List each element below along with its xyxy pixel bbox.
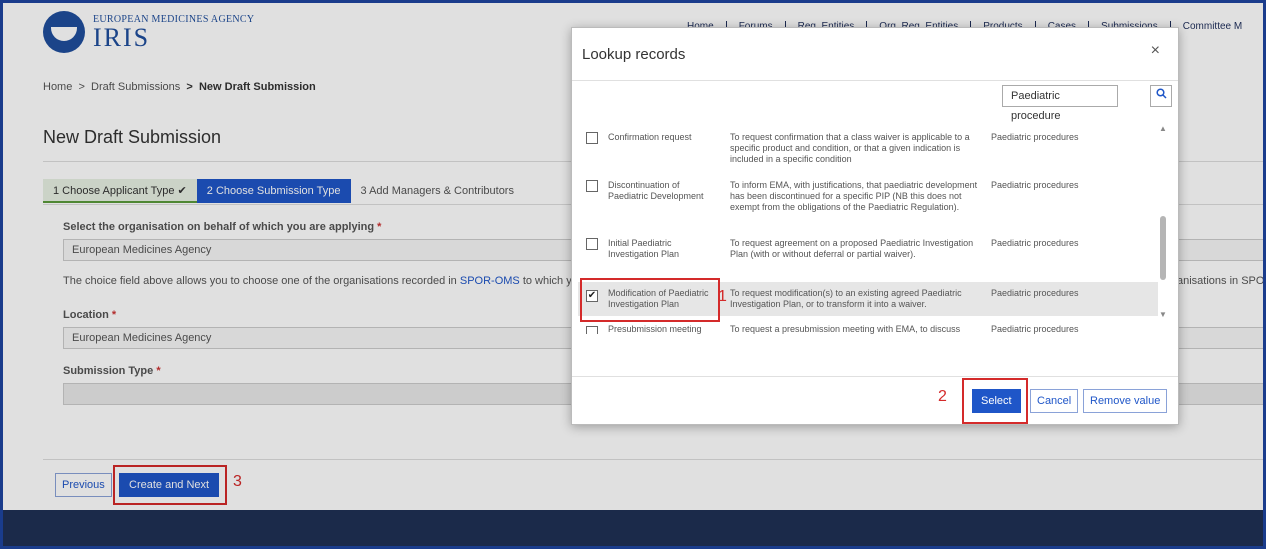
- record-description: To request modification(s) to an existin…: [730, 288, 962, 309]
- record-description: To request a presubmission meeting with …: [730, 324, 961, 334]
- record-name: Presubmission meeting: [608, 324, 702, 334]
- scroll-thumb[interactable]: [1160, 216, 1166, 280]
- row-checkbox[interactable]: [586, 238, 598, 250]
- search-icon[interactable]: [1150, 85, 1172, 107]
- record-name: Confirmation request: [608, 132, 692, 142]
- list-item[interactable]: Initial Paediatric Investigation Plan To…: [578, 234, 1158, 278]
- screenshot-frame: EUROPEAN MEDICINES AGENCY IRIS Home Foru…: [0, 0, 1266, 549]
- row-checkbox[interactable]: [586, 180, 598, 192]
- cancel-button[interactable]: Cancel: [1030, 389, 1079, 413]
- record-description: To request confirmation that a class wai…: [730, 132, 970, 164]
- close-icon[interactable]: ×: [1151, 42, 1160, 60]
- list-item[interactable]: Discontinuation of Paediatric Developmen…: [578, 176, 1158, 228]
- list-item[interactable]: Presubmission meeting To request a presu…: [578, 322, 1158, 334]
- lookup-records-dialog: Lookup records × Paediatric procedure Co…: [571, 27, 1179, 425]
- annotation-box-1: [580, 278, 720, 322]
- divider: [572, 80, 1178, 81]
- record-type: Paediatric procedures: [991, 324, 1079, 334]
- record-name: Initial Paediatric Investigation Plan: [608, 238, 680, 259]
- record-type: Paediatric procedures: [991, 238, 1079, 248]
- scroll-up-icon[interactable]: ▲: [1159, 124, 1167, 133]
- annotation-number-1: 1: [718, 288, 727, 305]
- scroll-down-icon[interactable]: ▼: [1159, 310, 1167, 319]
- record-type: Paediatric procedures: [991, 288, 1079, 298]
- select-button[interactable]: Select: [972, 389, 1021, 413]
- lookup-search-input[interactable]: Paediatric procedure: [1002, 85, 1118, 122]
- divider: [572, 376, 1178, 377]
- record-description: To request agreement on a proposed Paedi…: [730, 238, 974, 259]
- row-checkbox[interactable]: [586, 326, 598, 334]
- record-name: Discontinuation of Paediatric Developmen…: [608, 180, 704, 201]
- row-checkbox[interactable]: [586, 132, 598, 144]
- record-type: Paediatric procedures: [991, 132, 1079, 142]
- dialog-title: Lookup records: [582, 46, 686, 63]
- list-scrollbar[interactable]: ▲ ▼: [1158, 124, 1168, 320]
- record-type: Paediatric procedures: [991, 180, 1079, 190]
- record-description: To inform EMA, with justifications, that…: [730, 180, 978, 212]
- annotation-number-2: 2: [938, 388, 947, 405]
- list-item[interactable]: Confirmation request To request confirma…: [578, 128, 1158, 172]
- page-footer: [3, 510, 1263, 546]
- remove-value-button[interactable]: Remove value: [1083, 389, 1168, 413]
